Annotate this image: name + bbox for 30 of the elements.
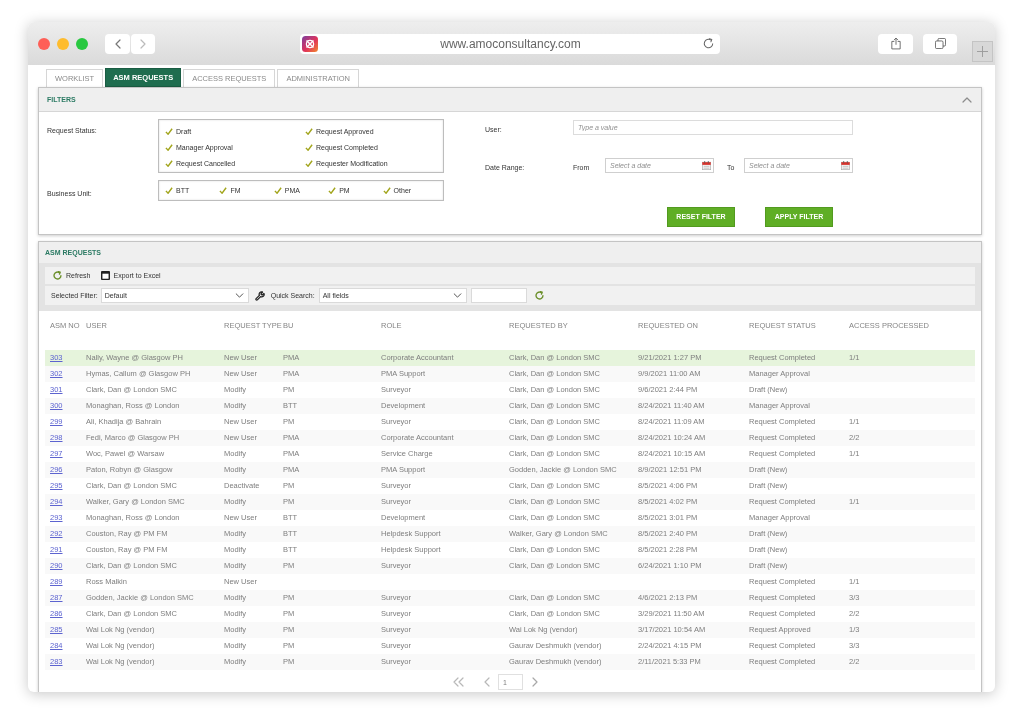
chevron-right-icon xyxy=(140,38,146,49)
plus-icon xyxy=(977,46,988,57)
tabs-button[interactable] xyxy=(923,33,957,54)
app-logo-icon xyxy=(302,35,318,52)
previous-page-icon[interactable] xyxy=(484,677,490,687)
export-icon xyxy=(100,271,110,280)
share-icon xyxy=(890,37,901,50)
back-button[interactable] xyxy=(105,33,130,54)
search-field[interactable] xyxy=(470,288,527,303)
next-page-icon[interactable] xyxy=(532,677,538,687)
refresh-icon[interactable] xyxy=(534,291,544,300)
minimize-window-icon[interactable] xyxy=(57,37,69,50)
chevron-up-icon[interactable] xyxy=(962,96,972,103)
close-window-icon[interactable] xyxy=(38,37,50,50)
calendar-icon[interactable] xyxy=(702,161,711,170)
first-page-icon[interactable] xyxy=(453,677,464,687)
refresh-icon xyxy=(53,271,62,280)
address-bar[interactable]: www.amoconsultancy.com xyxy=(300,33,720,54)
wrench-icon[interactable] xyxy=(254,290,265,301)
chevron-down-icon xyxy=(234,293,244,298)
reload-icon[interactable] xyxy=(703,38,714,49)
tabs-icon xyxy=(934,38,946,49)
chevron-left-icon xyxy=(114,38,121,49)
share-button[interactable] xyxy=(878,33,913,54)
new-tab-button[interactable] xyxy=(972,41,993,62)
forward-button[interactable] xyxy=(131,33,155,54)
url-text: www.amoconsultancy.com xyxy=(440,36,581,51)
chevron-down-icon xyxy=(452,293,462,298)
maximize-window-icon[interactable] xyxy=(76,37,88,50)
calendar-icon[interactable] xyxy=(841,161,850,170)
